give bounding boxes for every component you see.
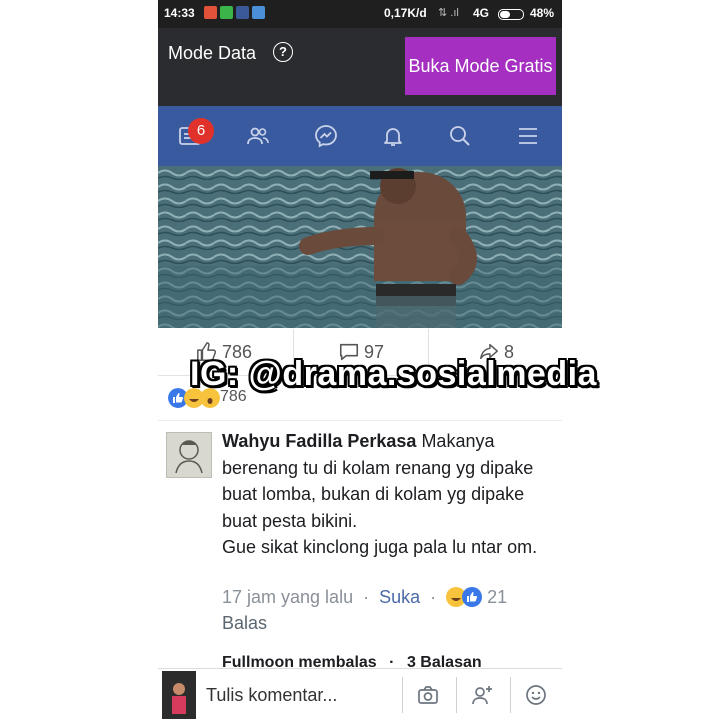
like-reaction-icon [462,587,483,607]
swimmer-in-pool-image [158,166,562,328]
friends-icon[interactable] [246,124,270,148]
search-icon[interactable] [448,124,472,148]
composer-divider [510,677,511,713]
comment-composer: Tulis komentar... [158,668,562,720]
comment-input[interactable]: Tulis komentar... [206,685,337,706]
menu-icon[interactable] [516,124,540,148]
battery-percent: 48% [530,6,555,20]
comment-meta: 17 jam yang lalu · Suka · 21 Balas [222,584,562,636]
network-speed: 0,17K/d [384,6,427,20]
help-icon[interactable]: ? [273,42,293,62]
post-photo[interactable] [158,166,562,328]
data-mode-label: Mode Data [168,43,257,63]
notifications-icon[interactable] [381,124,405,148]
comment-text-line2: Gue sikat kinclong juga pala lu ntar om. [222,537,538,557]
status-app-icons [204,6,265,19]
battery-icon [498,9,524,20]
composer-divider [456,677,457,713]
meta-separator: · [425,587,447,607]
comment-author[interactable]: Wahyu Fadilla Perkasa [222,431,416,451]
meta-separator: · [358,587,380,607]
whatsapp-icon [220,6,233,19]
data-mode-bar: Mode Data ? Buka Mode Gratis [158,28,562,106]
user-avatar-image [162,671,196,719]
commenter-avatar[interactable] [166,432,212,478]
user-avatar [162,671,196,719]
network-type: 4G [473,6,490,20]
status-bar: 14:33 0,17K/d ⇅ .ıl 4G 48% [158,0,562,28]
status-time: 14:33 [164,6,195,20]
emoji-icon[interactable] [524,683,548,707]
avatar-drawing [175,440,203,474]
top-nav-bar: 6 [158,106,562,166]
comment-body: Wahyu Fadilla Perkasa Makanya berenang t… [222,428,558,561]
notification-badge: 6 [188,118,214,144]
messenger-icon[interactable] [314,124,338,148]
comment-time: 17 jam yang lalu [222,587,354,607]
comment-reaction-count[interactable]: 21 [487,587,507,607]
camera-icon[interactable] [416,683,440,707]
section-divider [158,420,562,421]
open-free-mode-button[interactable]: Buka Mode Gratis [405,37,556,95]
facebook-icon [236,6,249,19]
tag-friend-icon[interactable] [470,683,494,707]
composer-divider [402,677,403,713]
download-icon [252,6,265,19]
signal-icon: ⇅ .ıl [438,7,459,19]
open-free-mode-label: Buka Mode Gratis [408,55,553,76]
watermark-text: IG: @drama.sosialmedia [190,355,597,393]
comment-like-button[interactable]: Suka [379,587,420,607]
app-notification-icon [204,6,217,19]
comment-reply-button[interactable]: Balas [222,613,267,633]
